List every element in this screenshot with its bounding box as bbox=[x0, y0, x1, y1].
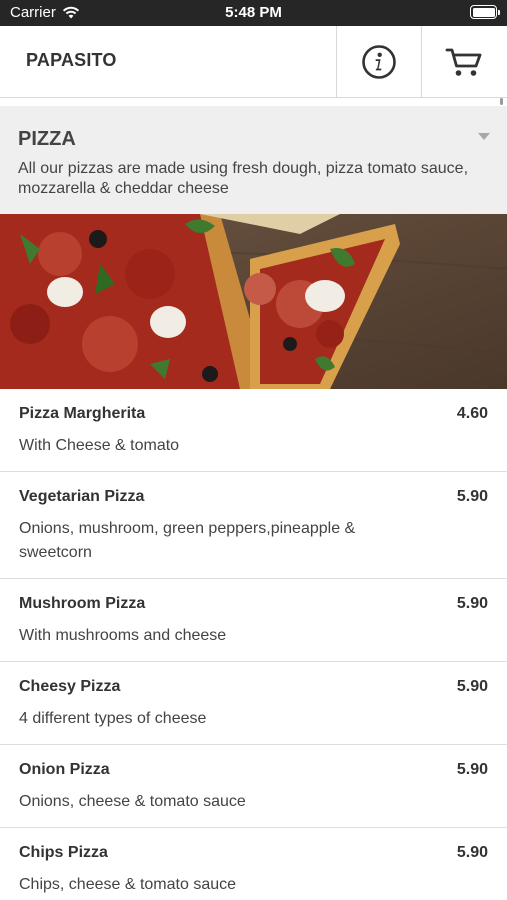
item-name: Vegetarian Pizza bbox=[19, 488, 145, 505]
item-price: 5.90 bbox=[456, 488, 488, 505]
menu-item[interactable]: Onion Pizza 5.90 Onions, cheese & tomato… bbox=[0, 745, 507, 828]
item-description: With mushrooms and cheese bbox=[19, 627, 227, 644]
item-description: Chips, cheese & tomato sauce bbox=[19, 876, 237, 893]
item-description: 4 different types of cheese bbox=[19, 710, 207, 727]
menu-item-list: Pizza Margherita 4.60 With Cheese & toma… bbox=[0, 389, 507, 900]
nav-bar: PAPASITO bbox=[0, 26, 507, 98]
item-price: 5.90 bbox=[456, 844, 488, 861]
menu-item[interactable]: Vegetarian Pizza 5.90 Onions, mushroom, … bbox=[0, 472, 507, 579]
status-bar: Carrier 5:48 PM bbox=[0, 0, 507, 26]
item-description: Onions, cheese & tomato sauce bbox=[19, 793, 246, 810]
item-name: Pizza Margherita bbox=[19, 405, 146, 422]
item-description: Onions, mushroom, green peppers,pineappl… bbox=[19, 520, 356, 561]
info-icon bbox=[362, 45, 396, 79]
item-price: 5.90 bbox=[456, 761, 488, 778]
cart-icon bbox=[445, 48, 482, 76]
scroll-indicator[interactable] bbox=[500, 98, 503, 105]
item-name: Cheesy Pizza bbox=[19, 678, 121, 695]
item-price: 5.90 bbox=[456, 595, 488, 612]
status-time: 5:48 PM bbox=[225, 4, 282, 21]
item-price: 5.90 bbox=[456, 678, 488, 695]
item-name: Mushroom Pizza bbox=[19, 595, 146, 612]
chevron-down-icon[interactable] bbox=[478, 133, 490, 140]
category-description: All our pizzas are made using fresh doug… bbox=[18, 160, 469, 197]
menu-item[interactable]: Pizza Margherita 4.60 With Cheese & toma… bbox=[0, 389, 507, 472]
info-button[interactable] bbox=[336, 26, 421, 98]
item-name: Chips Pizza bbox=[19, 844, 108, 861]
menu-item[interactable]: Chips Pizza 5.90 Chips, cheese & tomato … bbox=[0, 828, 507, 900]
item-name: Onion Pizza bbox=[19, 761, 110, 778]
cart-button[interactable] bbox=[421, 26, 506, 98]
category-header[interactable]: PIZZA All our pizzas are made using fres… bbox=[0, 106, 507, 214]
pizza-photo-icon bbox=[0, 214, 507, 389]
category-title: PIZZA bbox=[18, 128, 76, 150]
item-description: With Cheese & tomato bbox=[19, 437, 180, 454]
category-image bbox=[0, 214, 507, 389]
app-title: PAPASITO bbox=[26, 50, 117, 70]
menu-item[interactable]: Cheesy Pizza 5.90 4 different types of c… bbox=[0, 662, 507, 745]
menu-item[interactable]: Mushroom Pizza 5.90 With mushrooms and c… bbox=[0, 579, 507, 662]
battery-icon bbox=[470, 5, 500, 19]
item-price: 4.60 bbox=[456, 405, 488, 422]
